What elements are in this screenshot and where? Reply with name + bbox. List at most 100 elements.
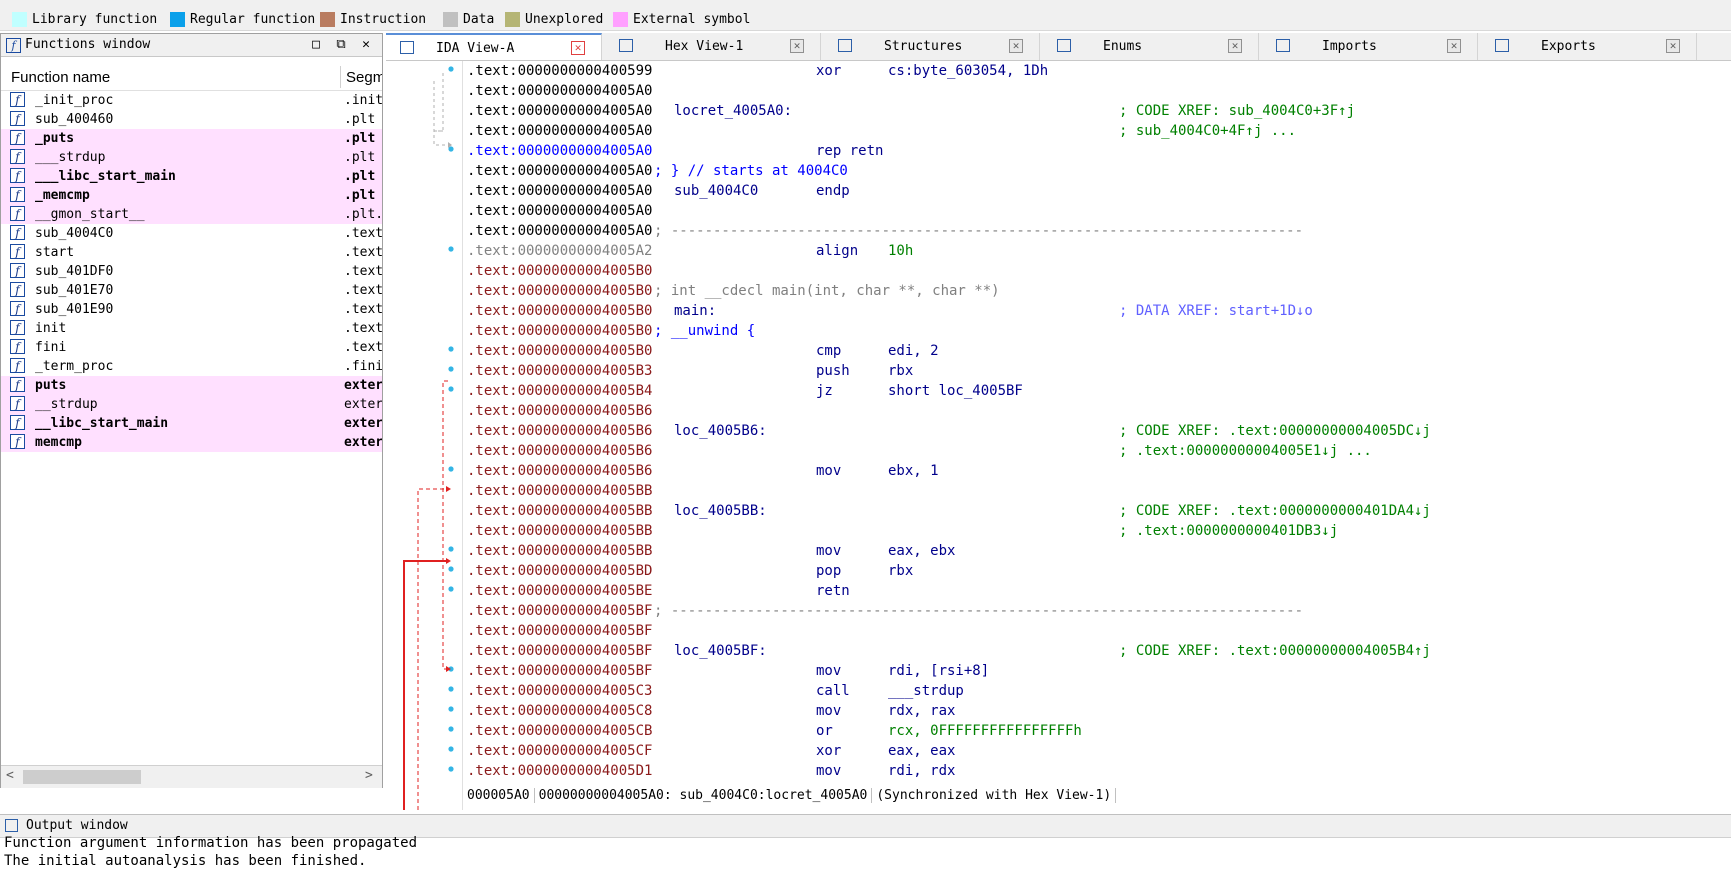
tab-imports[interactable]: Imports ✕ — [1262, 33, 1478, 60]
restore-icon[interactable]: □ — [307, 36, 325, 54]
column-segment[interactable]: Segm — [346, 69, 382, 86]
tab-close-icon[interactable]: ✕ — [1666, 39, 1680, 53]
function-row[interactable]: f start .text — [1, 243, 382, 262]
code-operand[interactable]: rbx — [888, 361, 913, 381]
function-row[interactable]: f _memcmp .plt — [1, 186, 382, 205]
tab-close-icon[interactable]: ✕ — [1228, 39, 1242, 53]
code-label[interactable]: main: — [674, 301, 716, 321]
float-icon[interactable]: ⧉ — [332, 36, 350, 54]
code-operand[interactable]: rdi, [rsi+8] — [888, 661, 989, 681]
code-operand[interactable]: eax, ebx — [888, 541, 955, 561]
code-line[interactable]: .text:00000000004005B4 jz short loc_4005BF — [467, 381, 1731, 401]
code-line[interactable]: .text:00000000004005A0 sub_4004C0 endp — [467, 181, 1731, 201]
function-segment: .plt. — [344, 207, 382, 222]
code-operand[interactable]: ebx, 1 — [888, 461, 939, 481]
function-row[interactable]: f sub_401DF0 .text — [1, 262, 382, 281]
code-operand[interactable]: rcx, 0FFFFFFFFFFFFFFFFh — [888, 721, 1082, 741]
tab-exports[interactable]: Exports ✕ — [1481, 33, 1697, 60]
tab-close-icon[interactable]: ✕ — [1009, 39, 1023, 53]
code-operand[interactable]: cs:byte_603054, 1Dh — [888, 61, 1048, 81]
code-line[interactable]: .text:00000000004005B0 main: ; DATA XREF: … — [467, 301, 1731, 321]
code-line[interactable]: .text:00000000004005B0; __unwind { — [467, 321, 1731, 341]
tab-ida-view-a[interactable]: IDA View-A ✕ — [386, 33, 602, 60]
function-row[interactable]: f _term_proc .fini — [1, 357, 382, 376]
code-line[interactable]: .text:0000000000400599 xor cs:byte_603054,… — [467, 61, 1731, 81]
code-line[interactable]: .text:00000000004005BE retn — [467, 581, 1731, 601]
code-operand[interactable]: edi, 2 — [888, 341, 939, 361]
code-line[interactable]: .text:00000000004005A2 align 10h — [467, 241, 1731, 261]
tab-enums[interactable]: Enums ✕ — [1043, 33, 1259, 60]
tab-structures[interactable]: Structures ✕ — [824, 33, 1040, 60]
ida-view-disassembly[interactable]: .text:0000000000400599 xor cs:byte_603054,… — [386, 61, 1731, 810]
code-line[interactable]: .text:00000000004005A0 locret_4005A0: ; CO… — [467, 101, 1731, 121]
disassembly-listing[interactable]: .text:0000000000400599 xor cs:byte_603054,… — [467, 61, 1731, 783]
code-line[interactable]: .text:00000000004005B6 mov ebx, 1 — [467, 461, 1731, 481]
code-line[interactable]: .text:00000000004005BB mov eax, ebx — [467, 541, 1731, 561]
code-label[interactable]: loc_4005BF: — [674, 641, 767, 661]
function-row[interactable]: f ___libc_start_main .plt — [1, 167, 382, 186]
function-row[interactable]: f sub_401E70 .text — [1, 281, 382, 300]
code-label[interactable]: loc_4005BB: — [674, 501, 767, 521]
code-line[interactable]: .text:00000000004005A0 ; sub_4004C0+4F↑j … — [467, 121, 1731, 141]
code-line[interactable]: .text:00000000004005C3 call ___strdup — [467, 681, 1731, 701]
code-operand[interactable]: short loc_4005BF — [888, 381, 1023, 401]
close-icon[interactable]: ✕ — [357, 36, 375, 54]
function-row[interactable]: f __strdup exter — [1, 395, 382, 414]
tab-close-icon[interactable]: ✕ — [571, 41, 585, 55]
code-line[interactable]: .text:00000000004005BF mov rdi, [rsi+8] — [467, 661, 1731, 681]
code-label[interactable]: locret_4005A0: — [674, 101, 792, 121]
code-line[interactable]: .text:00000000004005B6 loc_4005B6: ; CODE … — [467, 421, 1731, 441]
code-line[interactable]: .text:00000000004005B0; int __cdecl main… — [467, 281, 1731, 301]
code-line[interactable]: .text:00000000004005CF xor eax, eax — [467, 741, 1731, 761]
code-line[interactable]: .text:00000000004005BB ; .text:0000000000… — [467, 521, 1731, 541]
scrollbar-thumb[interactable] — [23, 770, 141, 784]
scroll-left-icon[interactable]: < — [6, 768, 14, 783]
code-line[interactable]: .text:00000000004005B6 ; .text:0000000000… — [467, 441, 1731, 461]
code-label[interactable]: loc_4005B6: — [674, 421, 767, 441]
code-line[interactable]: .text:00000000004005B0 cmp edi, 2 — [467, 341, 1731, 361]
code-line[interactable]: .text:00000000004005A0; } // starts at 4… — [467, 161, 1731, 181]
code-operand[interactable]: ___strdup — [888, 681, 964, 701]
function-row[interactable]: f fini .text — [1, 338, 382, 357]
tab-close-icon[interactable]: ✕ — [1447, 39, 1461, 53]
column-divider[interactable] — [340, 66, 341, 88]
code-line[interactable]: .text:00000000004005D1 mov rdi, rdx — [467, 761, 1731, 781]
code-line[interactable]: .text:00000000004005BF — [467, 621, 1731, 641]
code-line[interactable]: .text:00000000004005B3 push rbx — [467, 361, 1731, 381]
function-row[interactable]: f init .text — [1, 319, 382, 338]
function-row[interactable]: f sub_400460 .plt — [1, 110, 382, 129]
function-row[interactable]: f memcmp exter — [1, 433, 382, 452]
code-line[interactable]: .text:00000000004005B6 — [467, 401, 1731, 421]
code-line[interactable]: .text:00000000004005BF; ----------------… — [467, 601, 1731, 621]
code-line[interactable]: .text:00000000004005BD pop rbx — [467, 561, 1731, 581]
tab-close-icon[interactable]: ✕ — [790, 39, 804, 53]
code-line[interactable]: .text:00000000004005BF loc_4005BF: ; CODE … — [467, 641, 1731, 661]
column-function-name[interactable]: Function name — [11, 69, 110, 86]
horizontal-scrollbar[interactable]: < > — [1, 765, 382, 788]
function-row[interactable]: f sub_4004C0 .text — [1, 224, 382, 243]
code-line[interactable]: .text:00000000004005B0 — [467, 261, 1731, 281]
code-line[interactable]: .text:00000000004005A0 rep retn — [467, 141, 1731, 161]
function-row[interactable]: f puts exter — [1, 376, 382, 395]
code-operand[interactable]: rbx — [888, 561, 913, 581]
code-line[interactable]: .text:00000000004005A0 — [467, 81, 1731, 101]
scroll-right-icon[interactable]: > — [365, 768, 373, 783]
code-operand[interactable]: rdx, rax — [888, 701, 955, 721]
function-row[interactable]: f __libc_start_main exter — [1, 414, 382, 433]
code-line[interactable]: .text:00000000004005BB loc_4005BB: ; CODE … — [467, 501, 1731, 521]
code-operand[interactable]: eax, eax — [888, 741, 955, 761]
tab-hex-view-1[interactable]: Hex View-1 ✕ — [605, 33, 821, 60]
code-operand[interactable]: 10h — [888, 241, 913, 261]
code-line[interactable]: .text:00000000004005A0; ----------------… — [467, 221, 1731, 241]
code-line[interactable]: .text:00000000004005BB — [467, 481, 1731, 501]
function-row[interactable]: f _init_proc .init — [1, 91, 382, 110]
code-operand[interactable]: rdi, rdx — [888, 761, 955, 781]
function-row[interactable]: f sub_401E90 .text — [1, 300, 382, 319]
function-row[interactable]: f _puts .plt — [1, 129, 382, 148]
function-row[interactable]: f __gmon_start__ .plt. — [1, 205, 382, 224]
code-label[interactable]: sub_4004C0 — [674, 181, 758, 201]
code-line[interactable]: .text:00000000004005CB or rcx, 0FFFFFFFFFF… — [467, 721, 1731, 741]
function-row[interactable]: f ___strdup .plt — [1, 148, 382, 167]
code-line[interactable]: .text:00000000004005C8 mov rdx, rax — [467, 701, 1731, 721]
code-line[interactable]: .text:00000000004005A0 — [467, 201, 1731, 221]
